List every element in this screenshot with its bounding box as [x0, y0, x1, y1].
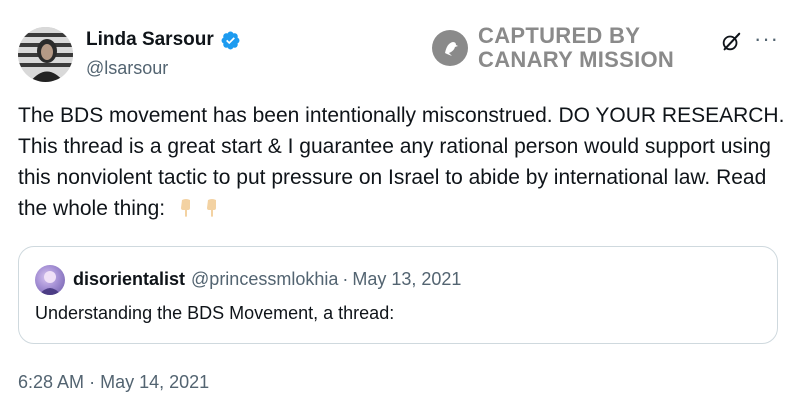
quoted-author-handle[interactable]: @princessmlokhia [191, 269, 338, 290]
watermark-line-1: CAPTURED BY [478, 23, 641, 48]
grok-icon[interactable] [720, 31, 742, 53]
tweet-body: The BDS movement has been intentionally … [18, 104, 785, 220]
author-handle[interactable]: @lsarsour [86, 58, 168, 79]
tweet-text: The BDS movement has been intentionally … [18, 100, 788, 224]
quoted-header: disorientalist @princessmlokhia · May 13… [73, 269, 461, 290]
tweet-time[interactable]: 6:28 AM [18, 372, 84, 392]
watermark-line-2: CANARY MISSION [478, 47, 675, 72]
pointing-down-hand-emoji [201, 197, 223, 219]
quoted-tweet-text: Understanding the BDS Movement, a thread… [35, 303, 395, 323]
tweet-timestamp: 6:28 AM · May 14, 2021 [18, 372, 209, 393]
author-name[interactable]: Linda Sarsour [86, 29, 214, 51]
author-avatar[interactable] [18, 27, 73, 82]
quoted-author-avatar[interactable] [35, 265, 65, 295]
quoted-separator: · [342, 269, 349, 289]
tweet-date[interactable]: May 14, 2021 [100, 372, 209, 392]
pointing-down-hand-emoji [175, 197, 197, 219]
quoted-tweet-card[interactable]: disorientalist @princessmlokhia · May 13… [18, 246, 778, 344]
more-options-icon[interactable]: ··· [754, 26, 779, 52]
quoted-author-name[interactable]: disorientalist [73, 269, 185, 290]
timestamp-separator: · [89, 372, 96, 392]
author-name-row[interactable]: Linda Sarsour [86, 29, 241, 51]
verified-badge-icon [221, 31, 240, 49]
canary-bird-icon [432, 30, 468, 66]
quoted-date[interactable]: May 13, 2021 [352, 269, 461, 290]
watermark-text: CAPTURED BY CANARY MISSION [478, 24, 674, 72]
watermark: CAPTURED BY CANARY MISSION [432, 24, 674, 72]
